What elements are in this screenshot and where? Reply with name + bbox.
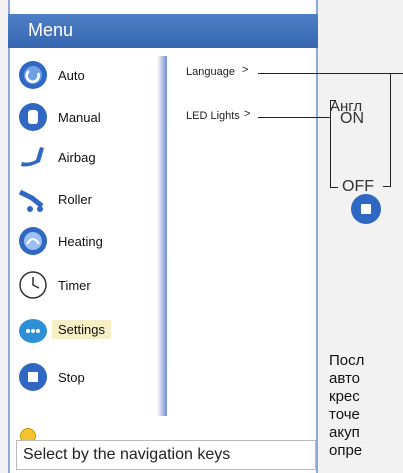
stop-icon <box>19 363 47 391</box>
annotation-text: Посл авто крес точе акуп опре <box>329 352 403 460</box>
menu-item-label: Timer <box>58 278 91 293</box>
annotation-line: Посл <box>329 352 365 369</box>
connector-line <box>258 73 403 74</box>
menu-divider <box>157 56 167 416</box>
option-on[interactable]: ON <box>340 110 364 128</box>
menu-item-label: Airbag <box>58 150 96 165</box>
chevron-right-icon: > <box>244 108 251 120</box>
auto-icon <box>19 61 47 89</box>
chevron-right-icon: > <box>242 64 249 76</box>
connector-line <box>383 186 391 187</box>
status-bar: Select by the navigation keys <box>16 440 316 470</box>
menu-item-airbag[interactable]: Airbag <box>18 140 148 174</box>
annotation-line: опре <box>329 442 363 459</box>
manual-icon <box>19 103 47 131</box>
menu-item-label: Manual <box>58 110 101 125</box>
connector-line <box>258 117 330 118</box>
roller-icon <box>18 189 44 212</box>
heating-icon <box>19 227 47 255</box>
menu-title: Menu <box>28 20 74 40</box>
annotation-line: авто <box>329 370 361 387</box>
settings-icon <box>19 319 47 343</box>
menu-item-stop[interactable]: Stop <box>18 360 148 394</box>
menu-item-heating[interactable]: Heating <box>18 224 148 258</box>
annotation-line: точе <box>329 406 360 423</box>
menu-item-label: Stop <box>58 370 85 385</box>
submenu-led-lights[interactable]: LED Lights <box>186 110 240 122</box>
menu-item-label: Auto <box>58 68 85 83</box>
menu-item-roller[interactable]: Roller <box>18 182 148 216</box>
timer-icon <box>19 271 47 299</box>
submenu-language[interactable]: Language <box>186 66 235 78</box>
status-text: Select by the navigation keys <box>23 446 231 463</box>
menu-item-settings[interactable]: Settings <box>18 314 148 348</box>
airbag-icon <box>21 147 44 167</box>
connector-line <box>390 73 391 187</box>
menu-item-manual[interactable]: Manual <box>18 100 148 134</box>
menu-item-label: Settings <box>52 320 111 339</box>
menu-item-label: Roller <box>58 192 92 207</box>
menu-header: Menu <box>8 14 318 48</box>
annotation-line: крес <box>329 388 360 405</box>
annotation-line: акуп <box>329 424 360 441</box>
connector-line <box>330 187 338 188</box>
menu-item-timer[interactable]: Timer <box>18 268 148 302</box>
menu-item-label: Heating <box>58 234 103 249</box>
menu-item-auto[interactable]: Auto <box>18 58 148 92</box>
stop-icon[interactable] <box>350 193 382 225</box>
